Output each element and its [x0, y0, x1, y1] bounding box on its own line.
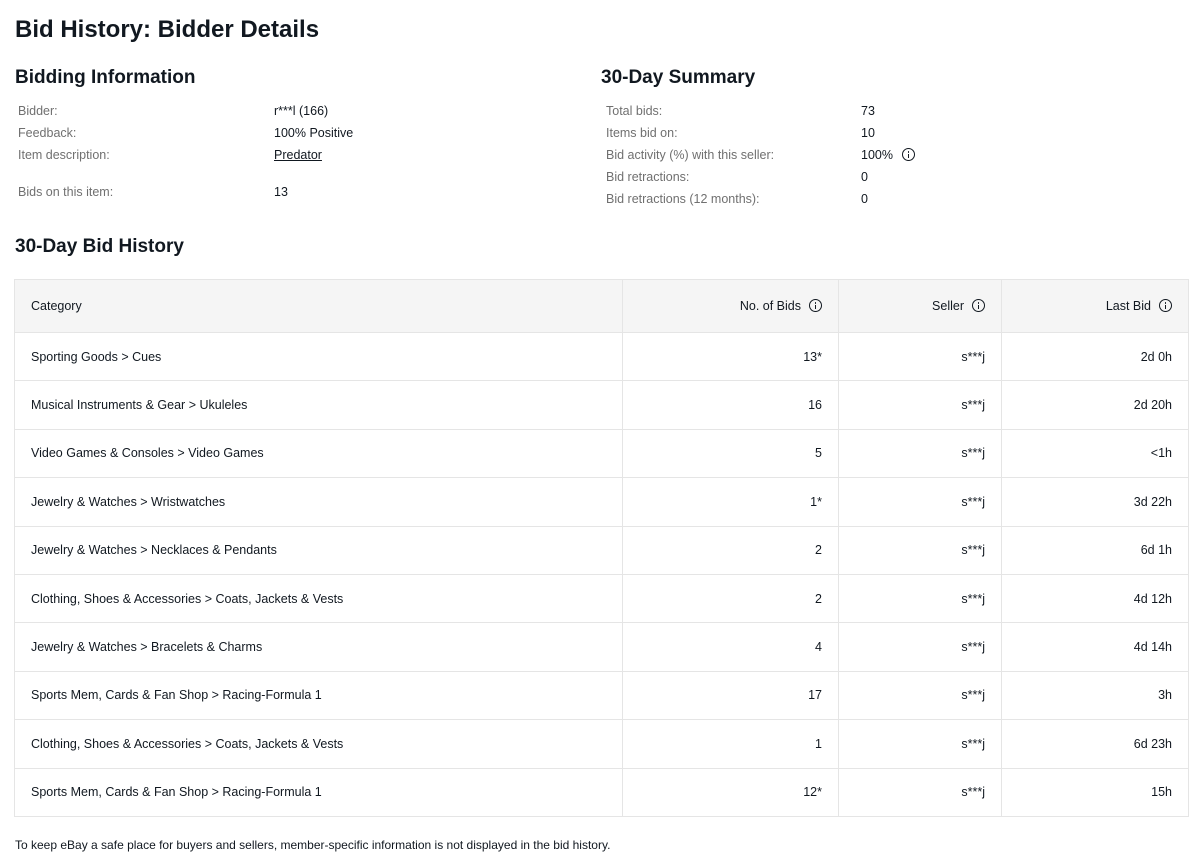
seller-cell: s***j: [838, 573, 1002, 624]
category-cell: Musical Instruments & Gear > Ukuleles: [14, 380, 623, 430]
privacy-note: To keep eBay a safe place for buyers and…: [15, 838, 611, 852]
bid-retractions-label: Bid retractions:: [606, 170, 690, 184]
bids-cell: 1: [622, 719, 839, 769]
table-row: Jewelry & Watches > Bracelets & Charms 4…: [14, 622, 1189, 672]
seller-cell: s***j: [838, 331, 1002, 382]
bids-cell: 16: [622, 380, 839, 430]
last-bid-cell: 6d 23h: [1001, 719, 1189, 769]
category-cell: Clothing, Shoes & Accessories > Coats, J…: [14, 719, 623, 769]
table-row: Sports Mem, Cards & Fan Shop > Racing-Fo…: [14, 670, 1189, 721]
last-bid-cell: <1h: [1001, 428, 1189, 479]
bids-on-item-label: Bids on this item:: [18, 185, 114, 199]
last-bid-cell: 2d 0h: [1001, 331, 1189, 382]
seller-cell: s***j: [838, 670, 1002, 721]
seller-info-icon[interactable]: [972, 299, 985, 313]
total-bids-label: Total bids:: [606, 104, 663, 118]
table-row: Sporting Goods > Cues 13* s***j 2d 0h: [14, 331, 1189, 382]
last-bid-cell: 2d 20h: [1001, 380, 1189, 430]
page-title: Bid History: Bidder Details: [15, 16, 320, 43]
last-bid-cell: 3h: [1001, 670, 1189, 721]
summary-heading: 30-Day Summary: [601, 67, 756, 88]
last-bid-cell: 4d 14h: [1001, 622, 1189, 672]
bid-retractions-12m-value: 0: [861, 192, 868, 206]
bidder-details-page: Bid History: Bidder Details Bidding Info…: [0, 0, 1200, 852]
bids-cell: 13*: [622, 331, 839, 382]
category-cell: Sports Mem, Cards & Fan Shop > Racing-Fo…: [14, 670, 623, 721]
category-cell: Jewelry & Watches > Necklaces & Pendants: [14, 525, 623, 575]
seller-column-header: Seller: [838, 279, 1002, 333]
category-cell: Clothing, Shoes & Accessories > Coats, J…: [14, 573, 623, 624]
bids-column-header: No. of Bids: [622, 279, 839, 333]
item-description-link[interactable]: Predator: [274, 148, 322, 162]
bidding-information-heading: Bidding Information: [15, 67, 196, 88]
category-cell: Jewelry & Watches > Bracelets & Charms: [14, 622, 623, 672]
bids-cell: 2: [622, 573, 839, 624]
table-header-row: Category No. of Bids Seller Last Bid: [14, 279, 1189, 333]
seller-cell: s***j: [838, 622, 1002, 672]
bid-activity-info-icon[interactable]: [901, 148, 915, 162]
bids-cell: 12*: [622, 767, 839, 817]
table-row: Jewelry & Watches > Wristwatches 1* s***…: [14, 477, 1189, 527]
bid-activity-label: Bid activity (%) with this seller:: [606, 148, 775, 162]
bid-retractions-value: 0: [861, 170, 868, 184]
seller-cell: s***j: [838, 525, 1002, 575]
category-cell: Sporting Goods > Cues: [14, 331, 623, 382]
last-bid-column-label: Last Bid: [1105, 298, 1151, 313]
category-column-header: Category: [14, 279, 623, 333]
bidder-label: Bidder:: [18, 104, 58, 118]
last-bid-info-icon[interactable]: [1159, 299, 1172, 313]
last-bid-cell: 3d 22h: [1001, 477, 1189, 527]
table-row: Video Games & Consoles > Video Games 5 s…: [14, 428, 1189, 479]
bids-cell: 1*: [622, 477, 839, 527]
last-bid-cell: 15h: [1001, 767, 1189, 817]
table-row: Musical Instruments & Gear > Ukuleles 16…: [14, 380, 1189, 430]
bids-column-label: No. of Bids: [739, 298, 801, 313]
bid-activity-value: 100%: [861, 148, 893, 162]
bids-cell: 2: [622, 525, 839, 575]
total-bids-value: 73: [861, 104, 875, 118]
seller-cell: s***j: [838, 380, 1002, 430]
last-bid-cell: 6d 1h: [1001, 525, 1189, 575]
bids-cell: 5: [622, 428, 839, 479]
items-bid-on-value: 10: [861, 126, 875, 140]
bids-info-icon[interactable]: [809, 299, 822, 313]
table-row: Clothing, Shoes & Accessories > Coats, J…: [14, 719, 1189, 769]
table-row: Sports Mem, Cards & Fan Shop > Racing-Fo…: [14, 767, 1189, 817]
bid-activity-value-wrap: 100%: [861, 148, 915, 162]
seller-cell: s***j: [838, 477, 1002, 527]
summary-section: Total bids: 73 Items bid on: 10 Bid acti…: [606, 104, 1166, 214]
bidder-value: r***l (166): [274, 104, 329, 118]
last-bid-cell: 4d 12h: [1001, 573, 1189, 624]
item-description-label: Item description:: [18, 148, 110, 162]
last-bid-column-header: Last Bid: [1001, 279, 1189, 333]
bid-history-table: Category No. of Bids Seller Last Bid Spo…: [14, 279, 1189, 817]
bid-history-heading: 30-Day Bid History: [15, 236, 184, 257]
bid-retractions-12m-label: Bid retractions (12 months):: [606, 192, 760, 206]
table-row: Clothing, Shoes & Accessories > Coats, J…: [14, 573, 1189, 624]
table-row: Jewelry & Watches > Necklaces & Pendants…: [14, 525, 1189, 575]
items-bid-on-label: Items bid on:: [606, 126, 678, 140]
bids-cell: 17: [622, 670, 839, 721]
bids-on-item-value: 13: [274, 185, 288, 199]
seller-cell: s***j: [838, 719, 1002, 769]
bidding-information-section: Bidder: r***l (166) Feedback: 100% Posit…: [18, 104, 578, 204]
category-cell: Jewelry & Watches > Wristwatches: [14, 477, 623, 527]
bids-cell: 4: [622, 622, 839, 672]
category-cell: Video Games & Consoles > Video Games: [14, 428, 623, 479]
category-cell: Sports Mem, Cards & Fan Shop > Racing-Fo…: [14, 767, 623, 817]
feedback-label: Feedback:: [18, 126, 77, 140]
seller-cell: s***j: [838, 428, 1002, 479]
seller-cell: s***j: [838, 767, 1002, 817]
feedback-value: 100% Positive: [274, 126, 354, 140]
seller-column-label: Seller: [932, 298, 964, 313]
